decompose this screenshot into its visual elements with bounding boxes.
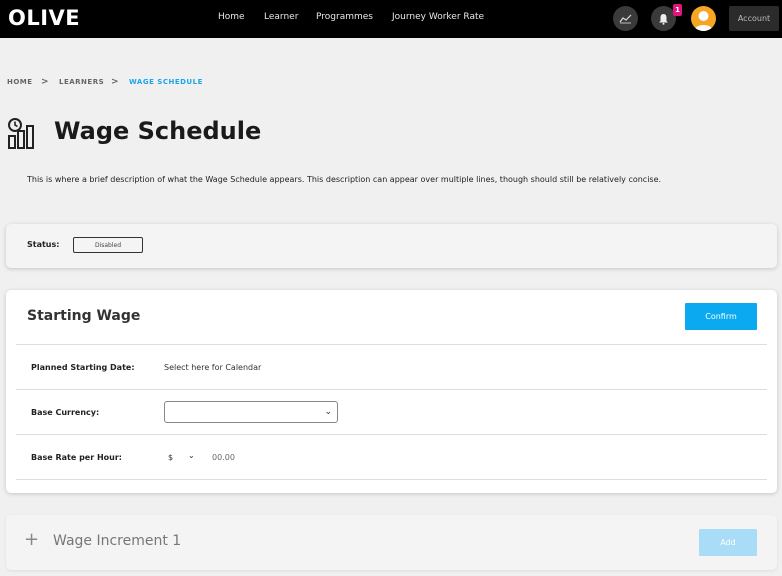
status-panel: Status: Disabled xyxy=(6,224,777,268)
nav-learner[interactable]: Learner xyxy=(264,12,298,22)
chart-line-icon xyxy=(619,14,632,24)
plus-icon[interactable]: + xyxy=(24,529,39,550)
status-label: Status: xyxy=(27,240,60,249)
page-title: Wage Schedule xyxy=(54,117,262,145)
increment-title: Wage Increment 1 xyxy=(53,533,182,549)
breadcrumb-separator: > xyxy=(41,77,50,87)
base-rate-label: Base Rate per Hour: xyxy=(31,453,122,462)
chevron-down-icon[interactable]: ⌄ xyxy=(188,451,195,460)
nav-journey-worker-rate[interactable]: Journey Worker Rate xyxy=(392,12,484,22)
status-badge[interactable]: Disabled xyxy=(73,237,143,253)
user-icon xyxy=(694,11,713,31)
avatar[interactable] xyxy=(691,6,716,31)
nav-programmes[interactable]: Programmes xyxy=(316,12,373,22)
base-currency-select[interactable]: ⌄ xyxy=(164,401,338,423)
chevron-down-icon: ⌄ xyxy=(324,407,332,417)
planned-date-picker[interactable]: Select here for Calendar xyxy=(164,363,261,372)
divider xyxy=(16,389,767,390)
breadcrumb-separator: > xyxy=(111,77,120,87)
wage-schedule-icon xyxy=(8,118,34,149)
bell-icon xyxy=(659,13,668,25)
divider xyxy=(16,479,767,480)
planned-date-label: Planned Starting Date: xyxy=(31,363,135,372)
page-description: This is where a brief description of wha… xyxy=(27,175,662,184)
divider xyxy=(16,344,767,345)
wage-increment-panel: + Wage Increment 1 Add xyxy=(6,515,777,570)
base-rate-input[interactable]: 00.00 xyxy=(212,453,235,462)
nav-home[interactable]: Home xyxy=(218,12,245,22)
analytics-button[interactable] xyxy=(613,6,638,31)
base-currency-label: Base Currency: xyxy=(31,408,100,417)
account-button[interactable]: Account xyxy=(729,6,779,31)
starting-wage-panel: Starting Wage Confirm Planned Starting D… xyxy=(6,290,777,493)
top-navbar: OLIVE Home Learner Programmes Journey Wo… xyxy=(0,0,782,38)
section-title: Starting Wage xyxy=(27,308,141,324)
divider xyxy=(16,434,767,435)
currency-symbol-select[interactable]: $ xyxy=(168,453,173,462)
breadcrumb-current: WAGE SCHEDULE xyxy=(129,78,203,86)
breadcrumb-home[interactable]: HOME xyxy=(7,78,33,86)
confirm-button[interactable]: Confirm xyxy=(685,303,757,330)
breadcrumb-learners[interactable]: LEARNERS xyxy=(59,78,104,86)
notification-badge: 1 xyxy=(673,4,682,16)
add-button[interactable]: Add xyxy=(699,529,757,556)
olive-logo[interactable]: OLIVE xyxy=(8,6,80,30)
